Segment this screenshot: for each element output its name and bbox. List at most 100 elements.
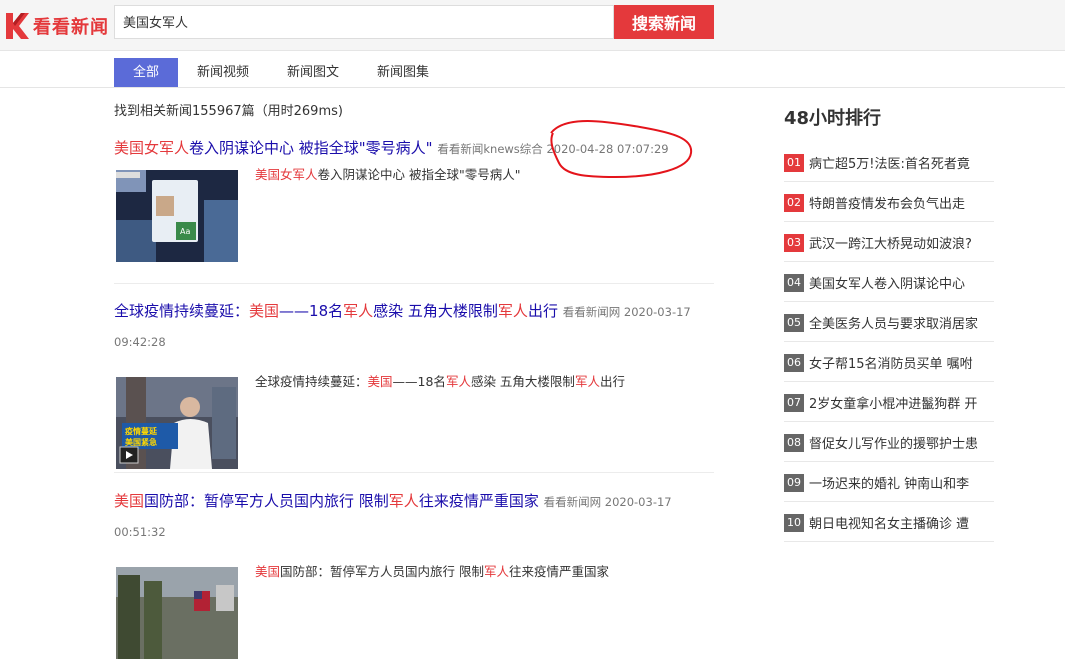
rank-number: 09	[784, 473, 804, 492]
summary-highlight: 军人	[445, 374, 471, 389]
svg-text:Aa: Aa	[180, 227, 190, 236]
search-result: 全球疫情持续蔓延：美国——18名军人感染 五角大楼限制军人出行 看看新闻网 20…	[114, 297, 714, 472]
title-text: 国防部：暂停军方人员国内旅行 限制	[144, 492, 389, 510]
rank-headline: 督促女儿写作业的援鄂护士患	[809, 437, 979, 452]
summary-text: 国防部：暂停军方人员国内旅行 限制	[280, 564, 484, 579]
title-text: 感染 五角大楼限制	[373, 302, 498, 320]
ranking-list: 01 病亡超5万!法医:首名死者竟 02 特朗普疫情发布会负气出走 03 武汉一跨江大…	[784, 142, 994, 542]
result-thumbnail[interactable]: 疫情蔓延 美国紧急	[116, 377, 238, 469]
summary-text: 感染 五角大楼限制	[470, 374, 575, 389]
logo-text: 看看新闻	[33, 17, 109, 38]
title-text: 出行	[527, 302, 558, 320]
result-title-line: 全球疫情持续蔓延：美国——18名军人感染 五角大楼限制军人出行 看看新闻网 20…	[114, 297, 714, 357]
summary-text: ——18名	[392, 374, 446, 389]
tab-news-gallery[interactable]: 新闻图集	[358, 58, 448, 87]
result-summary: 全球疫情持续蔓延：美国——18名军人感染 五角大楼限制军人出行	[255, 373, 625, 391]
result-count: 找到相关新闻155967篇（用时269ms)	[114, 104, 343, 119]
rank-number: 10	[784, 513, 804, 532]
ranking-item[interactable]: 01 病亡超5万!法医:首名死者竟	[784, 142, 994, 182]
result-body: Aa 美国女军人卷入阴谋论中心 被指全球"零号病人"	[114, 167, 714, 265]
summary-highlight: 美国	[367, 374, 393, 389]
rank-headline: 朝日电视知名女主播确诊 遭	[809, 517, 970, 532]
ranking-item[interactable]: 10 朝日电视知名女主播确诊 遭	[784, 502, 994, 542]
rank-headline: 2岁女童拿小棍冲进鬣狗群 开	[809, 397, 978, 412]
title-text: 全球疫情持续蔓延：	[114, 302, 250, 320]
result-body: 疫情蔓延 美国紧急 全球疫情持续蔓延：美国——18名军人感染 五角大楼限制军人出…	[114, 374, 714, 472]
result-title-link[interactable]: 美国国防部：暂停军方人员国内旅行 限制军人往来疫情严重国家	[114, 492, 544, 510]
summary-text: 全球疫情持续蔓延：	[255, 374, 368, 389]
thumb-caption-2: 美国紧急	[125, 437, 157, 447]
rank-number: 01	[784, 153, 804, 172]
result-divider	[114, 472, 714, 473]
rank-number: 08	[784, 433, 804, 452]
title-text: 往来疫情严重国家	[418, 492, 539, 510]
ranking-item[interactable]: 09 一场迟来的婚礼 钟南山和李	[784, 462, 994, 502]
rank-number: 02	[784, 193, 804, 212]
ranking-item[interactable]: 06 女子帮15名消防员买单 嘱咐	[784, 342, 994, 382]
rank-headline: 特朗普疫情发布会负气出走	[809, 197, 966, 212]
summary-highlight: 军人	[574, 374, 600, 389]
rank-headline: 女子帮15名消防员买单 嘱咐	[809, 357, 973, 372]
tab-news-video[interactable]: 新闻视频	[178, 58, 268, 87]
ranking-title: 48小时排行	[784, 108, 882, 129]
title-highlight: 军人	[343, 302, 374, 320]
rank-headline: 武汉一跨江大桥晃动如波浪?	[809, 237, 972, 252]
summary-highlight: 美国	[255, 564, 281, 579]
result-body: 美国国防部：暂停军方人员国内旅行 限制军人往来疫情严重国家	[114, 564, 714, 662]
result-title-line: 美国国防部：暂停军方人员国内旅行 限制军人往来疫情严重国家 看看新闻网 2020…	[114, 487, 714, 547]
result-divider	[114, 283, 714, 284]
result-summary: 美国国防部：暂停军方人员国内旅行 限制军人往来疫情严重国家	[255, 563, 609, 581]
search-button[interactable]: 搜索新闻	[614, 5, 714, 39]
rank-number: 05	[784, 313, 804, 332]
rank-number: 04	[784, 273, 804, 292]
search-result: 美国国防部：暂停军方人员国内旅行 限制军人往来疫情严重国家 看看新闻网 2020…	[114, 487, 714, 662]
ranking-item[interactable]: 07 2岁女童拿小棍冲进鬣狗群 开	[784, 382, 994, 422]
ranking-item[interactable]: 02 特朗普疫情发布会负气出走	[784, 182, 994, 222]
result-summary: 美国女军人卷入阴谋论中心 被指全球"零号病人"	[255, 166, 521, 184]
search-box[interactable]	[114, 5, 614, 39]
title-highlight: 美国女军人	[114, 139, 190, 157]
tab-all[interactable]: 全部	[114, 58, 179, 87]
summary-text: 出行	[599, 374, 625, 389]
result-type-tabs: 全部 新闻视频 新闻图文 新闻图集	[114, 58, 448, 87]
result-thumbnail[interactable]	[116, 567, 238, 659]
summary-highlight: 美国女军人	[255, 167, 318, 182]
thumbnail-image: 疫情蔓延 美国紧急	[116, 377, 238, 469]
result-title-line: 美国女军人卷入阴谋论中心 被指全球"零号病人" 看看新闻knews综合 2020…	[114, 134, 714, 164]
thumb-caption-1: 疫情蔓延	[125, 426, 158, 436]
logo-k-icon	[6, 13, 29, 39]
result-title-link[interactable]: 美国女军人卷入阴谋论中心 被指全球"零号病人"	[114, 139, 437, 157]
rank-headline: 病亡超5万!法医:首名死者竟	[809, 157, 970, 172]
result-title-link[interactable]: 全球疫情持续蔓延：美国——18名军人感染 五角大楼限制军人出行	[114, 302, 563, 320]
rank-number: 07	[784, 393, 804, 412]
ranking-item[interactable]: 03 武汉一跨江大桥晃动如波浪?	[784, 222, 994, 262]
title-highlight: 军人	[497, 302, 528, 320]
site-logo[interactable]: 看看新闻	[4, 10, 109, 42]
result-thumbnail[interactable]: Aa	[116, 170, 238, 262]
title-highlight: 美国	[114, 492, 145, 510]
thumbnail-image: Aa	[116, 170, 238, 262]
tabs-divider	[0, 87, 1065, 88]
rank-headline: 全美医务人员与要求取消居家	[809, 317, 979, 332]
title-highlight: 军人	[388, 492, 419, 510]
summary-highlight: 军人	[484, 564, 510, 579]
rank-number: 03	[784, 233, 804, 252]
ranking-item[interactable]: 05 全美医务人员与要求取消居家	[784, 302, 994, 342]
search-result: 美国女军人卷入阴谋论中心 被指全球"零号病人" 看看新闻knews综合 2020…	[114, 134, 714, 265]
rank-number: 06	[784, 353, 804, 372]
thumbnail-image	[116, 567, 238, 659]
tab-news-article[interactable]: 新闻图文	[268, 58, 358, 87]
ranking-sidebar: 48小时排行 01 病亡超5万!法医:首名死者竟 02 特朗普疫情发布会负气出走 0…	[784, 105, 994, 542]
title-text: ——18名	[279, 302, 344, 320]
search-input[interactable]	[115, 6, 611, 36]
summary-text: 卷入阴谋论中心 被指全球"零号病人"	[317, 167, 521, 182]
rank-headline: 一场迟来的婚礼 钟南山和李	[809, 477, 970, 492]
ranking-item[interactable]: 04 美国女军人卷入阴谋论中心	[784, 262, 994, 302]
header-bar: 看看新闻 搜索新闻	[0, 0, 1065, 51]
title-text: 卷入阴谋论中心 被指全球"零号病人"	[189, 139, 433, 157]
rank-headline: 美国女军人卷入阴谋论中心	[809, 277, 966, 292]
summary-text: 往来疫情严重国家	[509, 564, 610, 579]
ranking-item[interactable]: 08 督促女儿写作业的援鄂护士患	[784, 422, 994, 462]
result-meta: 看看新闻knews综合 2020-04-28 07:07:29	[437, 142, 669, 156]
title-highlight: 美国	[249, 302, 280, 320]
